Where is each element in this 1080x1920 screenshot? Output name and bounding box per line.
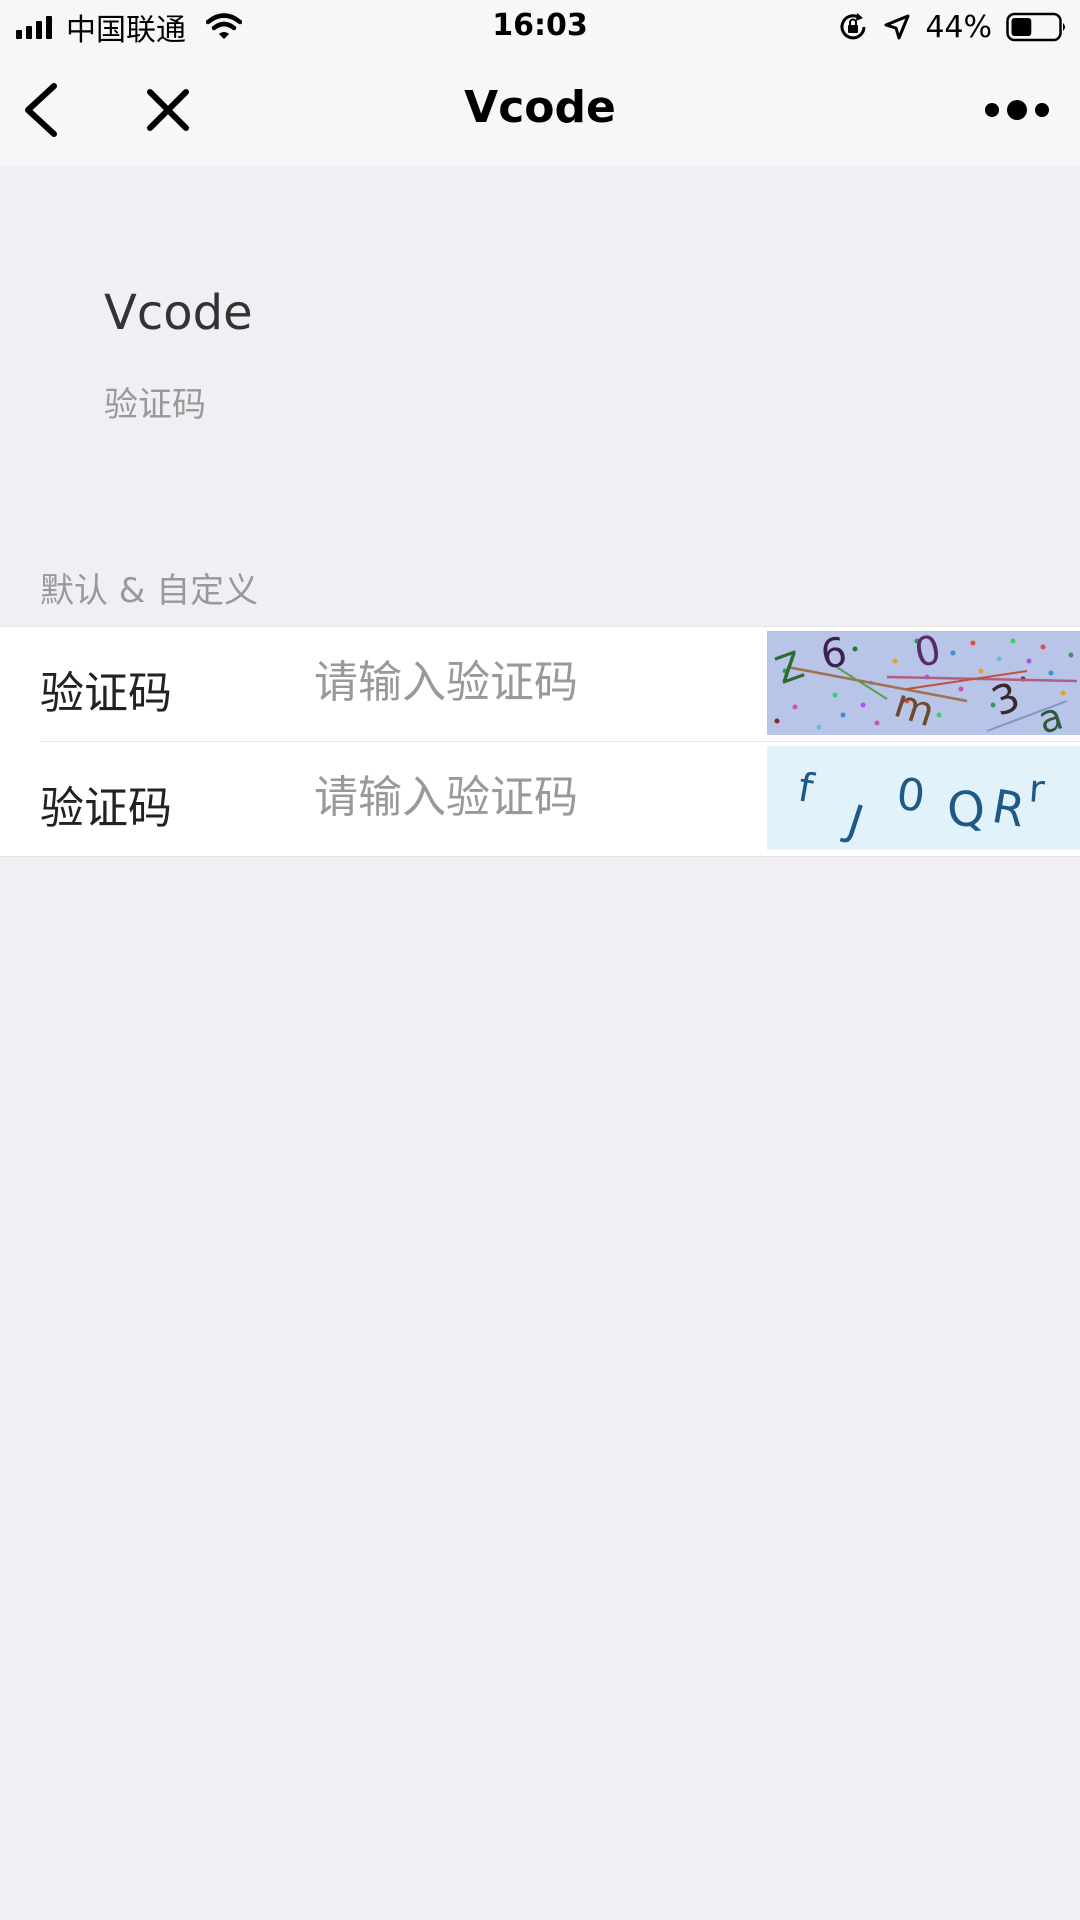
- page-title: Vcode: [104, 285, 253, 341]
- orientation-lock-icon: [840, 13, 866, 40]
- location-icon: [884, 14, 910, 40]
- battery-icon: [1006, 12, 1065, 42]
- captcha-char: R: [988, 779, 1029, 838]
- page-description: 验证码: [104, 385, 206, 425]
- captcha-char: Z: [770, 643, 810, 693]
- captcha-char: Q: [944, 780, 987, 840]
- captcha-char: a: [1032, 694, 1068, 735]
- more-icon[interactable]: [982, 90, 1052, 130]
- captcha-char: J: [838, 795, 869, 848]
- nav-bar: Vcode: [0, 54, 1080, 166]
- close-icon[interactable]: [140, 82, 196, 138]
- vcode-input[interactable]: [314, 651, 734, 713]
- captcha-char: 0: [894, 769, 927, 823]
- vcode-input[interactable]: [314, 766, 734, 828]
- status-right: 44%: [837, 9, 1068, 45]
- captcha-chars: f J 0 Q R r: [795, 765, 1047, 848]
- vcode-cell: 验证码 请输入验证码 Z 6 0 m 3 a: [0, 627, 1080, 742]
- vcode-cell-group: 验证码 请输入验证码 Z 6 0 m 3 a 验证码 请输入验证码 f J 0 …: [0, 626, 1080, 857]
- captcha-chars: Z 6 0 m 3 a: [770, 631, 1068, 735]
- captcha-char: r: [1028, 766, 1047, 811]
- section-title: 默认 & 自定义: [40, 571, 259, 611]
- captcha-char: 3: [986, 674, 1027, 726]
- captcha-image-custom[interactable]: f J 0 Q R r: [767, 746, 1080, 850]
- vcode-label: 验证码: [40, 783, 172, 834]
- captcha-char: 0: [911, 631, 945, 677]
- vcode-cell: 验证码 f J 0 Q R r: [0, 742, 1080, 856]
- captcha-char: m: [889, 680, 940, 735]
- captcha-image-default[interactable]: Z 6 0 m 3 a: [767, 631, 1080, 735]
- battery-percent: 44%: [925, 9, 992, 45]
- captcha-char: f: [795, 765, 818, 813]
- vcode-label: 验证码: [40, 668, 172, 719]
- back-icon[interactable]: [18, 82, 78, 138]
- status-bar: 中国联通 16:03 44%: [0, 0, 1080, 54]
- captcha-char: 6: [817, 631, 850, 679]
